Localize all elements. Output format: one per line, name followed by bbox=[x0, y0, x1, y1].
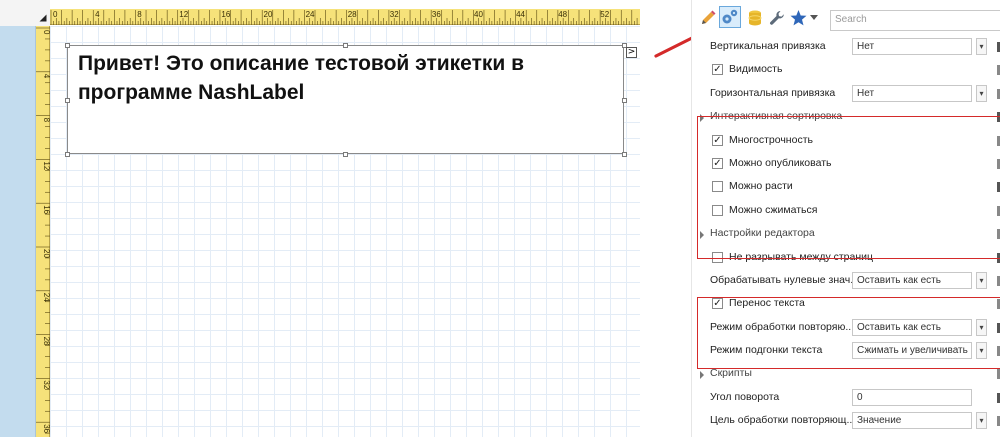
resize-handle-bottom[interactable] bbox=[343, 152, 348, 157]
ruler-label: 8 bbox=[137, 10, 142, 19]
ruler-label: 16 bbox=[42, 205, 50, 214]
ruler-label: 36 bbox=[42, 424, 50, 433]
ruler-label: 32 bbox=[42, 380, 50, 389]
property-grid-panel: Search Вертикальная привязка Нет ▾ ✓ Видимос… bbox=[691, 0, 1000, 437]
ruler-label: 36 bbox=[432, 10, 441, 19]
dropdown-chevron-icon[interactable]: ▾ bbox=[976, 271, 987, 289]
property-value[interactable]: Нет bbox=[852, 84, 972, 102]
property-value[interactable]: Значение bbox=[852, 412, 972, 430]
pencil-icon[interactable] bbox=[699, 9, 717, 27]
resize-handle-top[interactable] bbox=[343, 43, 348, 48]
ruler-label: 4 bbox=[42, 74, 50, 79]
page-margin-strip bbox=[0, 26, 36, 437]
ruler-label: 52 bbox=[600, 10, 609, 19]
ruler-label: 48 bbox=[558, 10, 567, 19]
ruler-label: 24 bbox=[42, 293, 50, 302]
dropdown-chevron-icon[interactable]: ▾ bbox=[976, 84, 987, 102]
design-canvas[interactable]: Привет! Это описание тестовой этикетки в… bbox=[50, 26, 640, 437]
property-toolbar: Search bbox=[692, 0, 1000, 36]
horizontal-ruler: 048121620242832364044485256 bbox=[50, 9, 640, 25]
label-designer: 048121620242832364044485256 048121620242… bbox=[0, 0, 640, 437]
gears-icon[interactable] bbox=[719, 6, 741, 28]
resize-handle-bottom-right[interactable] bbox=[622, 152, 627, 157]
property-row[interactable]: Обрабатывать нулевые знач... Оставить как… bbox=[692, 270, 1000, 293]
resize-handle-top-left[interactable] bbox=[65, 43, 70, 48]
dropdown-chevron-icon[interactable]: ▾ bbox=[976, 412, 987, 430]
property-label: Обрабатывать нулевые знач... bbox=[710, 273, 859, 286]
highlight-box-behavior bbox=[697, 116, 1000, 259]
ruler-label: 40 bbox=[474, 10, 483, 19]
property-value[interactable]: Нет bbox=[852, 38, 972, 55]
ruler-label: 8 bbox=[42, 118, 50, 123]
dropdown-chevron-icon[interactable]: ▾ bbox=[976, 38, 987, 55]
highlight-box-text bbox=[697, 297, 1000, 369]
resize-handle-bottom-left[interactable] bbox=[65, 152, 70, 157]
app-window: 048121620242832364044485256 048121620242… bbox=[0, 0, 1000, 437]
resize-handle-left[interactable] bbox=[65, 98, 70, 103]
chevron-down-icon[interactable] bbox=[810, 15, 818, 21]
ruler-label: 24 bbox=[306, 10, 315, 19]
ruler-label: 4 bbox=[95, 10, 100, 19]
horizontal-ruler-ticks: 048121620242832364044485256 bbox=[50, 10, 638, 25]
star-icon[interactable] bbox=[789, 9, 808, 27]
ruler-label: 28 bbox=[348, 10, 357, 19]
ruler-label: 20 bbox=[42, 249, 50, 258]
ruler-label: 44 bbox=[516, 10, 525, 19]
expand-arrow-icon[interactable] bbox=[700, 371, 704, 380]
search-input[interactable]: Search bbox=[830, 10, 1000, 31]
property-row[interactable]: Угол поворота 0 bbox=[692, 387, 1000, 410]
ruler-label: 28 bbox=[42, 337, 50, 346]
property-row[interactable]: Вертикальная привязка Нет ▾ bbox=[692, 36, 1000, 59]
wrench-icon[interactable] bbox=[768, 9, 786, 27]
property-row[interactable]: Цель обработки повторяющ... Значение ▾ bbox=[692, 410, 1000, 433]
smart-tag-button[interactable]: > bbox=[626, 47, 637, 58]
ruler-label: 0 bbox=[53, 10, 58, 19]
resize-handle-right[interactable] bbox=[622, 98, 627, 103]
checkbox[interactable]: ✓ bbox=[712, 64, 723, 76]
vertical-ruler: 0 4 8 12 16 20 24 28 32 36 bbox=[36, 26, 50, 437]
ruler-label: 16 bbox=[221, 10, 230, 19]
ruler-corner bbox=[0, 0, 50, 26]
property-label: Скрипты bbox=[710, 367, 752, 380]
ruler-label: 20 bbox=[264, 10, 273, 19]
property-value[interactable]: Оставить как есть bbox=[852, 271, 972, 289]
property-label: Видимость bbox=[729, 63, 783, 76]
database-icon[interactable] bbox=[746, 9, 764, 27]
vertical-ruler-ticks: 0 4 8 12 16 20 24 28 32 36 bbox=[36, 27, 50, 434]
property-label: Горизонтальная привязка bbox=[710, 86, 836, 99]
ruler-label: 0 bbox=[42, 30, 50, 35]
label-text: Привет! Это описание тестовой этикетки в… bbox=[78, 52, 525, 104]
property-value[interactable]: 0 bbox=[852, 388, 972, 406]
property-row[interactable]: ✓ Видимость bbox=[692, 59, 1000, 82]
property-label: Угол поворота bbox=[710, 390, 780, 403]
ruler-label: 12 bbox=[42, 161, 50, 170]
text-component[interactable]: Привет! Это описание тестовой этикетки в… bbox=[67, 45, 624, 154]
property-label: Вертикальная привязка bbox=[710, 40, 826, 52]
ruler-label: 32 bbox=[390, 10, 399, 19]
property-label: Цель обработки повторяющ... bbox=[710, 414, 856, 427]
ruler-label: 12 bbox=[179, 10, 188, 19]
property-row[interactable]: Горизонтальная привязка Нет ▾ bbox=[692, 83, 1000, 106]
